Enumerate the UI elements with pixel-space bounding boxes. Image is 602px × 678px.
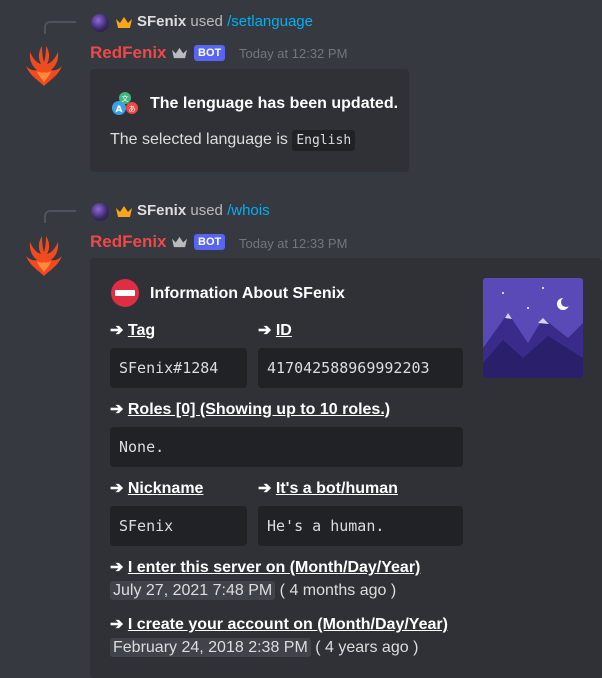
field-joined-name: ➔ I enter this server on (Month/Day/Year… bbox=[110, 557, 420, 577]
night-mountain-image bbox=[483, 278, 583, 378]
svg-text:あ: あ bbox=[129, 105, 136, 113]
phoenix-avatar-icon bbox=[26, 236, 62, 276]
reply-avatar-icon[interactable] bbox=[91, 14, 109, 32]
field-label: I create your account on (Month/Day/Year… bbox=[127, 616, 448, 633]
message-timestamp[interactable]: Today at 12:33 PM bbox=[239, 236, 347, 251]
no-entry-icon bbox=[111, 279, 139, 307]
field-tag-name: ➔ Tag bbox=[110, 320, 155, 340]
embed-title: The lenguage has been updated. bbox=[150, 95, 399, 112]
joined-value: July 27, 2021 7:48 PM ( 4 months ago ) bbox=[110, 581, 397, 600]
translate-icon: A 文 あ bbox=[112, 92, 138, 115]
author-avatar[interactable] bbox=[20, 42, 68, 90]
reply-connector bbox=[44, 21, 76, 34]
nickname-value: SFenix bbox=[110, 506, 247, 546]
id-value: 417042588969992203 bbox=[258, 348, 463, 388]
description-prefix: The selected language is bbox=[110, 131, 288, 148]
field-arrow: ➔ bbox=[258, 480, 272, 497]
message-timestamp[interactable]: Today at 12:32 PM bbox=[239, 46, 347, 61]
joined-relative: ( 4 months ago ) bbox=[279, 582, 397, 599]
field-nickname-name: ➔ Nickname bbox=[110, 478, 203, 498]
crown-icon bbox=[172, 47, 187, 59]
created-date[interactable]: February 24, 2018 2:38 PM bbox=[110, 638, 311, 657]
field-arrow: ➔ bbox=[110, 401, 124, 418]
bot-badge: BOT bbox=[194, 45, 226, 61]
reply-avatar-icon[interactable] bbox=[91, 203, 109, 221]
author-avatar[interactable] bbox=[20, 232, 68, 280]
embed-thumbnail[interactable] bbox=[483, 278, 583, 378]
reply-used: used bbox=[190, 13, 223, 30]
bot-human-value: He's a human. bbox=[258, 506, 463, 546]
field-arrow: ➔ bbox=[110, 480, 124, 497]
field-roles-name: ➔ Roles [0] (Showing up to 10 roles.) bbox=[110, 399, 390, 419]
embed: Information About SFenix ➔ Tag SFenix#12… bbox=[90, 258, 602, 678]
tag-value: SFenix#1284 bbox=[110, 348, 247, 388]
reply-username[interactable]: SFenix bbox=[137, 202, 186, 219]
svg-text:A: A bbox=[116, 105, 123, 115]
field-arrow: ➔ bbox=[110, 616, 124, 633]
crown-icon bbox=[172, 236, 187, 248]
reply-used: used bbox=[190, 202, 223, 219]
reply-username[interactable]: SFenix bbox=[137, 13, 186, 30]
field-label: Nickname bbox=[127, 480, 204, 497]
created-relative: ( 4 years ago ) bbox=[315, 639, 419, 656]
crown-icon bbox=[116, 17, 132, 28]
phoenix-avatar-icon bbox=[26, 46, 62, 86]
field-label: Tag bbox=[127, 322, 156, 339]
reply-text: SFenix used /setlanguage bbox=[137, 13, 313, 30]
language-value: English bbox=[292, 130, 356, 151]
field-id-name: ➔ ID bbox=[258, 320, 292, 340]
field-label: I enter this server on (Month/Day/Year) bbox=[127, 559, 421, 576]
embed: A 文 あ The lenguage has been updated. The… bbox=[90, 69, 409, 172]
author-name[interactable]: RedFenix bbox=[90, 43, 167, 63]
embed-description: The selected language is English bbox=[110, 130, 356, 151]
reply-connector bbox=[44, 210, 76, 223]
field-arrow: ➔ bbox=[110, 559, 124, 576]
embed-title: Information About SFenix bbox=[150, 285, 345, 302]
field-label: Roles [0] (Showing up to 10 roles.) bbox=[127, 401, 391, 418]
author-name[interactable]: RedFenix bbox=[90, 232, 167, 252]
field-created-name: ➔ I create your account on (Month/Day/Ye… bbox=[110, 614, 448, 634]
field-label: It's a bot/human bbox=[275, 480, 398, 497]
crown-icon bbox=[116, 206, 132, 217]
field-arrow: ➔ bbox=[258, 322, 272, 339]
svg-text:文: 文 bbox=[122, 94, 129, 103]
field-bot-human-name: ➔ It's a bot/human bbox=[258, 478, 398, 498]
field-arrow: ➔ bbox=[110, 322, 124, 339]
bot-badge: BOT bbox=[194, 234, 226, 250]
reply-text: SFenix used /whois bbox=[137, 202, 270, 219]
roles-value: None. bbox=[110, 427, 463, 467]
joined-date[interactable]: July 27, 2021 7:48 PM bbox=[110, 581, 276, 600]
field-label: ID bbox=[275, 322, 292, 339]
reply-command-link[interactable]: /setlanguage bbox=[227, 13, 313, 30]
created-value: February 24, 2018 2:38 PM ( 4 years ago … bbox=[110, 638, 419, 657]
reply-command-link[interactable]: /whois bbox=[227, 202, 270, 219]
